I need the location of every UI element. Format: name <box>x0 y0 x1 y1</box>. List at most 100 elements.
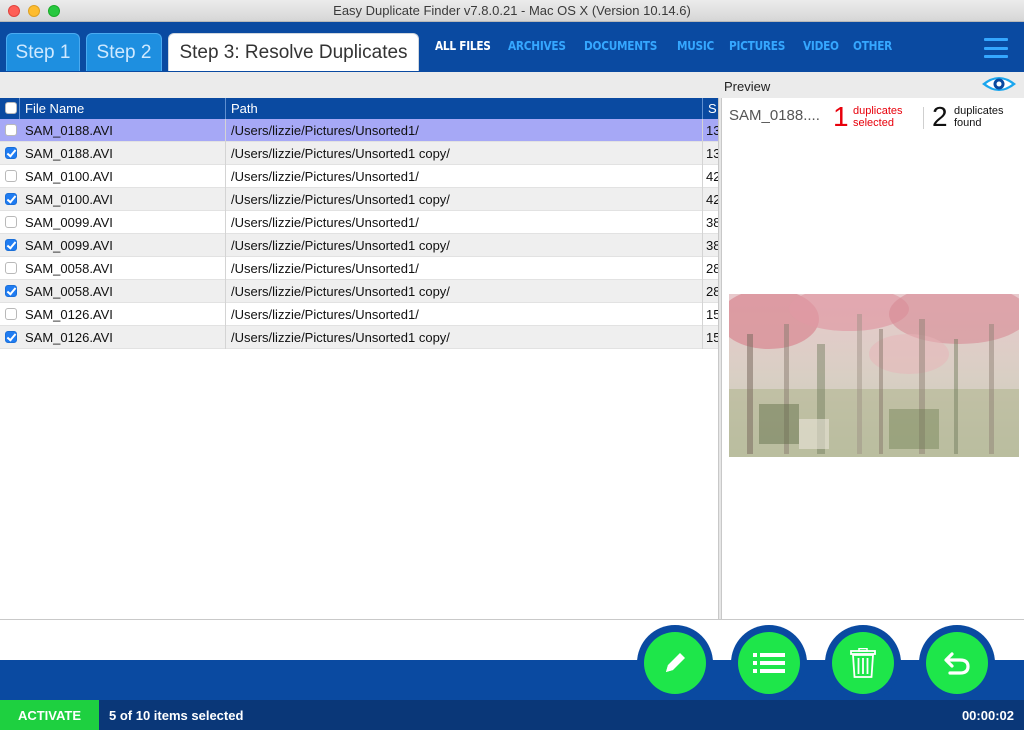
row-file-name: SAM_0058.AVI <box>20 280 226 303</box>
row-file-name: SAM_0099.AVI <box>20 211 226 234</box>
filter-music[interactable]: MUSIC <box>677 39 714 53</box>
row-select-cell <box>0 303 20 326</box>
window-titlebar: Easy Duplicate Finder v7.8.0.21 - Mac OS… <box>0 0 1024 22</box>
select-all-checkbox[interactable] <box>5 102 17 114</box>
row-select-cell <box>0 188 20 211</box>
row-checkbox[interactable] <box>5 124 17 136</box>
filter-archives[interactable]: ARCHIVES <box>508 39 566 53</box>
close-window-button[interactable] <box>8 5 20 17</box>
table-row[interactable]: SAM_0100.AVI/Users/lizzie/Pictures/Unsor… <box>0 165 718 188</box>
pencil-icon <box>666 653 685 672</box>
minimize-window-button[interactable] <box>28 5 40 17</box>
tab-step-3-label: Step 3: Resolve Duplicates <box>179 41 408 63</box>
row-size: 13 <box>706 123 718 138</box>
row-select-cell <box>0 119 20 142</box>
row-path: /Users/lizzie/Pictures/Unsorted1 copy/ <box>226 142 703 165</box>
selected-label-2: selected <box>853 117 894 129</box>
subheader-strip <box>0 72 1024 98</box>
header-select-cell <box>0 98 20 119</box>
row-file-name: SAM_0126.AVI <box>20 326 226 349</box>
column-size[interactable]: S <box>703 98 718 119</box>
found-label-2: found <box>954 117 982 129</box>
tab-step-1-label: Step 1 <box>15 41 71 63</box>
row-path: /Users/lizzie/Pictures/Unsorted1 copy/ <box>226 326 703 349</box>
filter-pictures[interactable]: PICTURES <box>729 39 785 53</box>
filter-all-files[interactable]: ALL FILES <box>435 39 491 53</box>
row-path: /Users/lizzie/Pictures/Unsorted1/ <box>226 257 703 280</box>
row-checkbox[interactable] <box>5 239 17 251</box>
row-file-name: SAM_0100.AVI <box>20 188 226 211</box>
filter-video[interactable]: VIDEO <box>803 39 839 53</box>
row-path: /Users/lizzie/Pictures/Unsorted1/ <box>226 165 703 188</box>
tab-step-3[interactable]: Step 3: Resolve Duplicates <box>168 33 419 71</box>
found-label-1: duplicates <box>954 105 1004 117</box>
row-size: 28 <box>706 284 718 299</box>
table-row[interactable]: SAM_0099.AVI/Users/lizzie/Pictures/Unsor… <box>0 211 718 234</box>
row-select-cell <box>0 234 20 257</box>
row-path: /Users/lizzie/Pictures/Unsorted1/ <box>226 303 703 326</box>
activate-button[interactable]: ACTIVATE <box>0 700 99 730</box>
row-select-cell <box>0 280 20 303</box>
activate-label: ACTIVATE <box>17 707 82 723</box>
table-row[interactable]: SAM_0058.AVI/Users/lizzie/Pictures/Unsor… <box>0 280 718 303</box>
filter-documents[interactable]: DOCUMENTS <box>584 39 657 53</box>
row-file-name: SAM_0126.AVI <box>20 303 226 326</box>
maximize-window-button[interactable] <box>48 5 60 17</box>
preview-label: Preview <box>724 79 771 94</box>
table-row[interactable]: SAM_0099.AVI/Users/lizzie/Pictures/Unsor… <box>0 234 718 257</box>
row-checkbox[interactable] <box>5 285 17 297</box>
file-type-filters: ALL FILES ARCHIVES DOCUMENTS MUSIC PICTU… <box>435 39 898 53</box>
filter-other[interactable]: OTHER <box>853 39 892 53</box>
row-file-name: SAM_0099.AVI <box>20 234 226 257</box>
menu-icon[interactable] <box>984 38 1008 58</box>
row-size: 42 <box>706 192 718 207</box>
row-path: /Users/lizzie/Pictures/Unsorted1 copy/ <box>226 234 703 257</box>
tab-step-2-label: Step 2 <box>96 41 152 63</box>
row-select-cell <box>0 326 20 349</box>
row-checkbox[interactable] <box>5 262 17 274</box>
preview-pane: SAM_0188.... 1 duplicates selected 2 dup… <box>722 98 1024 619</box>
list-icon <box>753 653 785 673</box>
delete-button[interactable] <box>825 625 901 701</box>
status-bar: ACTIVATE 5 of 10 items selected 00:00:02 <box>0 700 1024 730</box>
row-size: 28 <box>706 261 718 276</box>
row-checkbox[interactable] <box>5 193 17 205</box>
table-row[interactable]: SAM_0100.AVI/Users/lizzie/Pictures/Unsor… <box>0 188 718 211</box>
tab-step-2[interactable]: Step 2 <box>86 33 162 71</box>
window-title: Easy Duplicate Finder v7.8.0.21 - Mac OS… <box>333 3 691 18</box>
column-path[interactable]: Path <box>226 98 703 119</box>
table-row[interactable]: SAM_0188.AVI/Users/lizzie/Pictures/Unsor… <box>0 142 718 165</box>
row-checkbox[interactable] <box>5 216 17 228</box>
column-file-name[interactable]: File Name <box>20 98 226 119</box>
tab-step-1[interactable]: Step 1 <box>6 33 80 71</box>
row-size: 42 <box>706 169 718 184</box>
edit-button[interactable] <box>637 625 713 701</box>
row-file-name: SAM_0188.AVI <box>20 119 226 142</box>
table-row[interactable]: SAM_0058.AVI/Users/lizzie/Pictures/Unsor… <box>0 257 718 280</box>
selected-count: 1 <box>833 101 849 132</box>
found-count: 2 <box>932 101 948 132</box>
table-row[interactable]: SAM_0126.AVI/Users/lizzie/Pictures/Unsor… <box>0 326 718 349</box>
row-select-cell <box>0 165 20 188</box>
row-file-name: SAM_0100.AVI <box>20 165 226 188</box>
duplicates-table: File Name Path S SAM_0188.AVI/Users/lizz… <box>0 98 718 619</box>
row-checkbox[interactable] <box>5 170 17 182</box>
row-size: 15 <box>706 307 718 322</box>
app-header: Step 1 Step 2 Step 3: Resolve Duplicates… <box>0 22 1024 72</box>
table-row[interactable]: SAM_0126.AVI/Users/lizzie/Pictures/Unsor… <box>0 303 718 326</box>
row-file-name: SAM_0188.AVI <box>20 142 226 165</box>
table-row[interactable]: SAM_0188.AVI/Users/lizzie/Pictures/Unsor… <box>0 119 718 142</box>
row-checkbox[interactable] <box>5 147 17 159</box>
row-checkbox[interactable] <box>5 308 17 320</box>
trash-icon <box>850 648 876 678</box>
elapsed-timer: 00:00:02 <box>961 708 1014 723</box>
row-path: /Users/lizzie/Pictures/Unsorted1 copy/ <box>226 188 703 211</box>
row-checkbox[interactable] <box>5 331 17 343</box>
list-button[interactable] <box>731 625 807 701</box>
undo-button[interactable] <box>919 625 995 701</box>
eye-icon[interactable] <box>980 73 1018 95</box>
row-size: 13 <box>706 146 718 161</box>
selected-label-1: duplicates <box>853 105 903 117</box>
table-header: File Name Path S <box>0 98 718 119</box>
preview-divider <box>923 107 924 129</box>
